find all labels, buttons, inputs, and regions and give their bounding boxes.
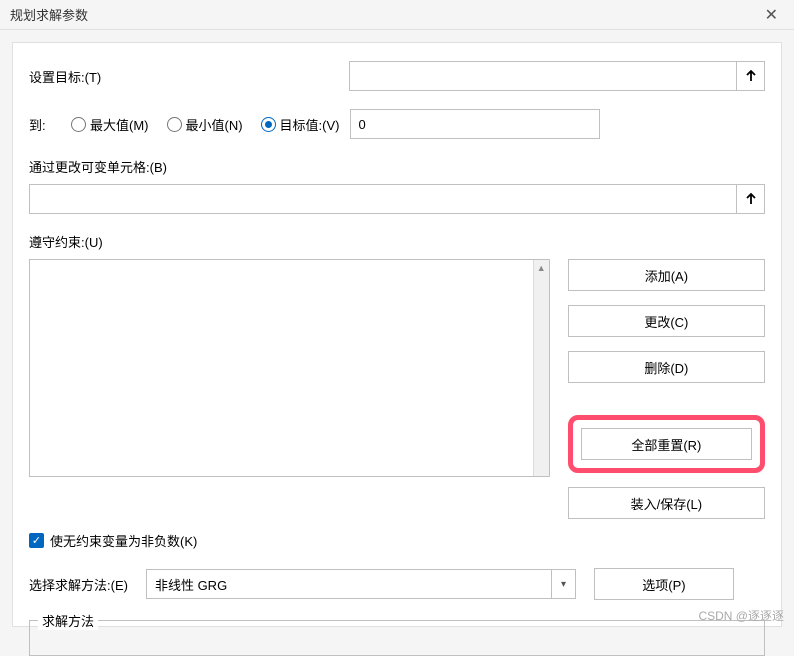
scrollbar[interactable]: ▲ bbox=[533, 260, 549, 476]
method-label: 选择求解方法:(E) bbox=[29, 575, 128, 594]
radio-target-label: 目标值:(V) bbox=[280, 115, 340, 134]
to-label: 到: bbox=[29, 115, 61, 134]
method-group-title: 求解方法 bbox=[38, 611, 98, 630]
window-title: 规划求解参数 bbox=[10, 5, 88, 24]
target-label: 设置目标:(T) bbox=[29, 67, 339, 86]
close-icon[interactable]: ✕ bbox=[759, 5, 784, 25]
add-button[interactable]: 添加(A) bbox=[568, 259, 765, 291]
variable-input[interactable] bbox=[29, 184, 765, 214]
radio-max-label: 最大值(M) bbox=[90, 115, 149, 134]
radio-target[interactable]: 目标值:(V) bbox=[261, 115, 340, 134]
method-group: 求解方法 bbox=[29, 620, 765, 656]
radio-min-label: 最小值(N) bbox=[186, 115, 243, 134]
chevron-down-icon: ▾ bbox=[551, 570, 575, 598]
variable-label: 通过更改可变单元格:(B) bbox=[29, 157, 765, 176]
method-selected-value: 非线性 GRG bbox=[155, 575, 227, 594]
scroll-up-icon[interactable]: ▲ bbox=[534, 260, 549, 276]
method-select[interactable]: 非线性 GRG ▾ bbox=[146, 569, 576, 599]
variable-ref-button[interactable] bbox=[736, 185, 764, 213]
load-save-button[interactable]: 装入/保存(L) bbox=[568, 487, 765, 519]
reset-all-button[interactable]: 全部重置(R) bbox=[581, 428, 752, 460]
change-button[interactable]: 更改(C) bbox=[568, 305, 765, 337]
main-panel: 设置目标:(T) 到: 最大值(M) 最小值(N) 目标值:(V) 通 bbox=[12, 42, 782, 627]
radio-min[interactable]: 最小值(N) bbox=[167, 115, 243, 134]
delete-button[interactable]: 删除(D) bbox=[568, 351, 765, 383]
watermark: CSDN @逐逐逐 bbox=[698, 607, 784, 624]
nonneg-checkbox[interactable]: ✓ bbox=[29, 533, 44, 548]
constraints-label: 遵守约束:(U) bbox=[29, 232, 765, 251]
target-ref-button[interactable] bbox=[736, 62, 764, 90]
target-value-input[interactable] bbox=[350, 109, 600, 139]
nonneg-label: 使无约束变量为非负数(K) bbox=[50, 531, 197, 550]
constraints-listbox[interactable]: ▲ bbox=[29, 259, 550, 477]
target-input[interactable] bbox=[349, 61, 765, 91]
radio-max[interactable]: 最大值(M) bbox=[71, 115, 149, 134]
highlight-box: 全部重置(R) bbox=[568, 415, 765, 473]
options-button[interactable]: 选项(P) bbox=[594, 568, 734, 600]
